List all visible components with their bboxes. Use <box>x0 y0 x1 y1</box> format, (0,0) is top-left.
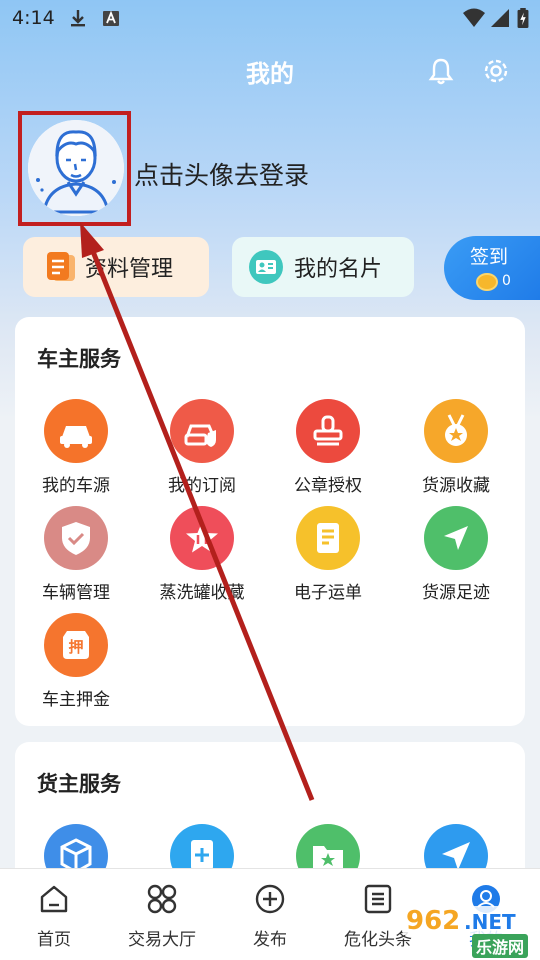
service-icon-circle <box>296 399 360 463</box>
star-icon <box>186 522 218 553</box>
status-bar: 4:14 <box>0 0 540 36</box>
nav-publish[interactable]: 发布 <box>216 869 324 960</box>
service-label: 货源收藏 <box>422 476 490 496</box>
wifi-icon <box>463 8 485 27</box>
service-icon-circle: 押 <box>44 613 108 677</box>
nav-trading-hall[interactable]: 交易大厅 <box>108 869 216 960</box>
service-item[interactable]: 押车主押金 <box>16 613 136 710</box>
service-icon-circle <box>44 506 108 570</box>
nav-home-label: 首页 <box>37 930 71 950</box>
svg-text:押: 押 <box>68 638 83 656</box>
service-icon-circle <box>296 506 360 570</box>
service-label: 电子运单 <box>294 583 362 603</box>
service-item[interactable]: 我的订阅 <box>142 399 262 496</box>
service-item[interactable]: 货源足迹 <box>396 506 516 603</box>
service-icon-circle <box>44 399 108 463</box>
service-icon-circle <box>424 399 488 463</box>
data-manage-label: 资料管理 <box>85 257 174 282</box>
checkin-button[interactable]: 签到 0 <box>444 236 540 300</box>
news-list-icon <box>364 884 392 914</box>
medal-icon <box>445 414 467 446</box>
car-check-icon <box>184 424 216 447</box>
keyboard-a-icon <box>103 10 119 26</box>
status-time: 4:14 <box>12 7 55 29</box>
owner-services-card: 车主服务 我的车源 我的订阅 公章授权 货源收藏车辆管理 蒸洗罐收藏 电子运单 货源足迹押车… <box>15 317 525 726</box>
data-manage-button[interactable]: 资料管理 <box>23 237 209 297</box>
notification-bell-icon[interactable] <box>426 56 456 86</box>
service-label: 公章授权 <box>294 476 362 496</box>
watermark-brand: 962 <box>406 906 461 936</box>
checkin-label: 签到 <box>470 246 509 268</box>
folder-document-icon <box>47 252 75 281</box>
my-card-button[interactable]: 我的名片 <box>232 237 414 297</box>
download-icon <box>71 10 85 27</box>
grid-icon <box>147 884 177 914</box>
watermark-sub: 乐游网 <box>472 934 529 958</box>
deposit-icon: 押 <box>63 631 89 659</box>
service-item[interactable]: 车辆管理 <box>16 506 136 603</box>
plus-circle-icon <box>255 884 285 914</box>
service-label: 我的订阅 <box>168 476 236 496</box>
service-label: 我的车源 <box>42 476 110 496</box>
service-item[interactable]: 蒸洗罐收藏 <box>142 506 262 603</box>
service-icon-circle <box>424 506 488 570</box>
service-item[interactable]: 我的车源 <box>16 399 136 496</box>
avatar-highlight-box <box>18 111 131 226</box>
settings-gear-icon[interactable] <box>481 56 511 86</box>
battery-icon <box>517 8 529 28</box>
location-arrow-icon <box>444 526 468 550</box>
home-icon <box>40 885 68 913</box>
truck-icon <box>60 426 92 448</box>
service-label: 货源足迹 <box>422 583 490 603</box>
document-icon <box>317 523 339 553</box>
nav-publish-label: 发布 <box>253 930 287 950</box>
signal-icon <box>491 9 509 27</box>
service-label: 车主押金 <box>42 690 110 710</box>
my-card-label: 我的名片 <box>294 257 383 282</box>
coin-count: 0 <box>502 273 511 289</box>
cargo-services-title: 货主服务 <box>37 772 121 796</box>
nav-trading-hall-label: 交易大厅 <box>128 930 196 950</box>
site-watermark: 962 .NET 乐游网 <box>398 906 540 958</box>
page-title: 我的 <box>246 60 294 88</box>
stamp-icon <box>313 415 343 446</box>
service-label: 蒸洗罐收藏 <box>159 583 245 603</box>
coin-icon <box>476 273 498 291</box>
service-item[interactable]: 货源收藏 <box>396 399 516 496</box>
service-icon-circle <box>170 506 234 570</box>
watermark-suffix: .NET <box>464 910 516 934</box>
shield-check-icon <box>62 522 90 555</box>
owner-services-title: 车主服务 <box>37 347 121 371</box>
business-card-icon <box>249 250 283 284</box>
service-icon-circle <box>170 399 234 463</box>
service-item[interactable]: 公章授权 <box>268 399 388 496</box>
service-item[interactable]: 电子运单 <box>268 506 388 603</box>
service-label: 车辆管理 <box>42 583 110 603</box>
login-prompt[interactable]: 点击头像去登录 <box>134 156 309 192</box>
nav-home[interactable]: 首页 <box>0 869 108 960</box>
